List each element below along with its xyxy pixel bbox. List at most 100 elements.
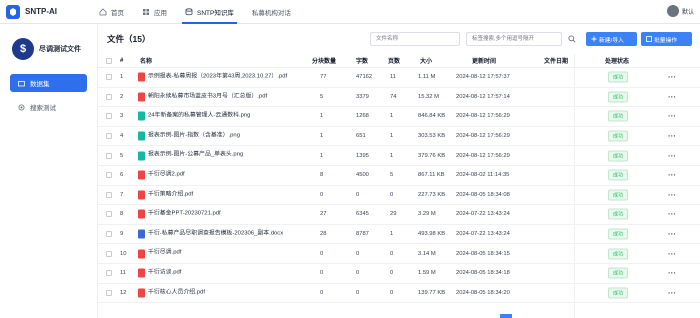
updated-time: 2024-07-22 13:43:24: [456, 231, 510, 238]
scroll-indicator[interactable]: [500, 314, 512, 318]
more-actions-icon[interactable]: ···: [668, 132, 676, 141]
import-button[interactable]: 新建/导入: [586, 32, 637, 46]
col-updated[interactable]: 更新时间: [472, 56, 496, 65]
row-checkbox[interactable]: [106, 74, 112, 81]
chunk-count: 0: [320, 289, 324, 296]
row-checkbox[interactable]: [106, 191, 112, 198]
brand[interactable]: SNTP-AI: [0, 4, 90, 19]
more-actions-icon[interactable]: ···: [668, 230, 676, 239]
batch-button[interactable]: 批量操作: [641, 32, 692, 46]
col-chunks[interactable]: 分块数量: [312, 56, 336, 65]
col-pages[interactable]: 页数: [388, 56, 400, 65]
status-badge: 成功: [608, 248, 629, 260]
row-checkbox[interactable]: [106, 152, 112, 159]
status-badge: 成功: [608, 208, 629, 220]
more-actions-icon[interactable]: ···: [668, 288, 676, 297]
row-checkbox[interactable]: [106, 231, 112, 238]
more-actions-icon[interactable]: ···: [668, 92, 676, 101]
file-name[interactable]: 千衍基金PPT-20230721.pdf: [138, 209, 306, 219]
more-actions-icon[interactable]: ···: [668, 73, 676, 82]
pdf-file-icon: [138, 190, 145, 200]
table-row[interactable]: 2 朝阳永续私募市场蓝皮书3月号（汇总版）.pdf 5 3379 74 15.32 M 20…: [98, 88, 700, 108]
row-index: 5: [120, 152, 124, 159]
user-menu[interactable]: 默认: [666, 5, 694, 17]
row-checkbox[interactable]: [106, 93, 112, 100]
row-index: 7: [120, 191, 124, 198]
row-checkbox[interactable]: [106, 270, 112, 277]
table-row[interactable]: 3 24年新备案的私募管理人-云通数科.png 1 1268 1 846.84 KB 202…: [98, 107, 700, 127]
updated-time: 2024-08-12 17:56:29: [456, 152, 510, 159]
nav-chat[interactable]: 私募机构对话: [243, 0, 300, 24]
page-count: 0: [390, 250, 394, 257]
file-name[interactable]: 报表示例-图片-公募产品_单表头.png: [138, 151, 306, 161]
select-all-checkbox[interactable]: [106, 57, 112, 64]
table-row[interactable]: 11 千衍访谈.pdf 0 0 0 1.59 M 2024-08-05 18:34:18 成功…: [98, 264, 700, 284]
more-actions-icon[interactable]: ···: [668, 112, 676, 121]
row-checkbox[interactable]: [106, 113, 112, 120]
chunk-count: 27: [320, 211, 327, 218]
more-actions-icon[interactable]: ···: [668, 210, 676, 219]
nav-knowledge-base-label: SNTP知识库: [197, 9, 234, 17]
table-row[interactable]: 9 千衍-私募产品尽职调查报告模板-202306_副本.docx 28 8787 1 49…: [98, 225, 700, 245]
file-name[interactable]: 千衍策略介绍.pdf: [138, 190, 306, 200]
col-file-date[interactable]: 文件日期: [544, 56, 568, 65]
updated-time: 2024-08-12 17:56:29: [456, 133, 510, 140]
file-size: 139.77 KB: [418, 289, 446, 296]
file-size: 3.29 M: [418, 211, 436, 218]
file-name[interactable]: 千衍尽调.pdf: [138, 249, 306, 259]
file-name[interactable]: 千衍尽调2.pdf: [138, 170, 306, 180]
status-badge: 成功: [608, 228, 629, 240]
table-row[interactable]: 5 报表示例-图片-公募产品_单表头.png 1 1395 1 379.76 KB 2024…: [98, 146, 700, 166]
file-name[interactable]: 示例报表-私募周报（2023年第43周,2023.10.27）.pdf: [138, 72, 306, 82]
updated-time: 2024-08-05 18:34:08: [456, 191, 510, 198]
nav-home[interactable]: 首页: [90, 0, 133, 24]
row-checkbox[interactable]: [106, 250, 112, 257]
table-row[interactable]: 12 千衍核心人员介绍.pdf 0 0 0 139.77 KB 2024-08-05 18:…: [98, 284, 700, 304]
more-actions-icon[interactable]: ···: [668, 171, 676, 180]
file-size: 867.11 KB: [418, 172, 445, 179]
more-actions-icon[interactable]: ···: [668, 151, 676, 160]
more-actions-icon[interactable]: ···: [668, 190, 676, 199]
file-name[interactable]: 朝阳永续私募市场蓝皮书3月号（汇总版）.pdf: [138, 92, 306, 102]
more-actions-icon[interactable]: ···: [668, 249, 676, 258]
table-row[interactable]: 6 千衍尽调2.pdf 8 4500 5 867.11 KB 2024-08-02 11:1…: [98, 166, 700, 186]
table-row[interactable]: 4 报表示例-图片-指数（含基准）.png 1 651 1 303.53 KB 2024-0…: [98, 127, 700, 147]
page-count: 0: [390, 289, 394, 296]
file-name[interactable]: 24年新备案的私募管理人-云通数科.png: [138, 111, 306, 121]
nav-knowledge-base[interactable]: SNTP知识库: [176, 0, 243, 24]
page-count: 74: [390, 93, 397, 100]
row-index: 2: [120, 93, 124, 100]
file-name[interactable]: 千衍核心人员介绍.pdf: [138, 288, 306, 298]
col-chars[interactable]: 字数: [356, 56, 368, 65]
updated-time: 2024-08-12 17:57:37: [456, 74, 510, 81]
char-count: 4500: [356, 172, 369, 179]
page-count: 1: [390, 113, 394, 120]
page-count: 0: [390, 270, 394, 277]
row-index: 6: [120, 172, 124, 179]
table-row[interactable]: 10 千衍尽调.pdf 0 0 0 3.14 M 2024-08-05 18:34:15 成功…: [98, 244, 700, 264]
file-name-search-input[interactable]: [370, 32, 460, 46]
png-file-icon: [138, 111, 145, 121]
file-name[interactable]: 千衍访谈.pdf: [138, 268, 306, 278]
table-row[interactable]: 7 千衍策略介绍.pdf 0 0 0 227.73 KB 2024-08-05 18:34:…: [98, 186, 700, 206]
table-row[interactable]: 8 千衍基金PPT-20230721.pdf 27 6345 29 3.29 M 2024-…: [98, 205, 700, 225]
tag-search-input[interactable]: [466, 32, 562, 46]
file-name[interactable]: 报表示例-图片-指数（含基准）.png: [138, 131, 306, 141]
row-checkbox[interactable]: [106, 211, 112, 218]
file-size: 846.84 KB: [418, 113, 446, 120]
nav-apps[interactable]: 应用: [133, 0, 176, 24]
row-checkbox[interactable]: [106, 133, 112, 140]
col-name[interactable]: 名称: [140, 56, 152, 65]
more-actions-icon[interactable]: ···: [668, 269, 676, 278]
sidebar-item-dataset[interactable]: 数据集: [10, 74, 87, 92]
kb-logo-icon: $: [12, 38, 34, 60]
table-row[interactable]: 1 示例报表-私募周报（2023年第43周,2023.10.27）.pdf 77 47…: [98, 68, 700, 88]
search-icon[interactable]: [566, 33, 578, 45]
char-count: 6345: [356, 211, 369, 218]
row-checkbox[interactable]: [106, 289, 112, 296]
row-checkbox[interactable]: [106, 172, 112, 179]
col-size[interactable]: 大小: [420, 56, 432, 65]
sidebar-item-search-test[interactable]: 搜索测试: [10, 98, 87, 116]
pdf-file-icon: [138, 268, 145, 278]
file-name[interactable]: 千衍-私募产品尽职调查报告模板-202306_副本.docx: [138, 229, 306, 239]
